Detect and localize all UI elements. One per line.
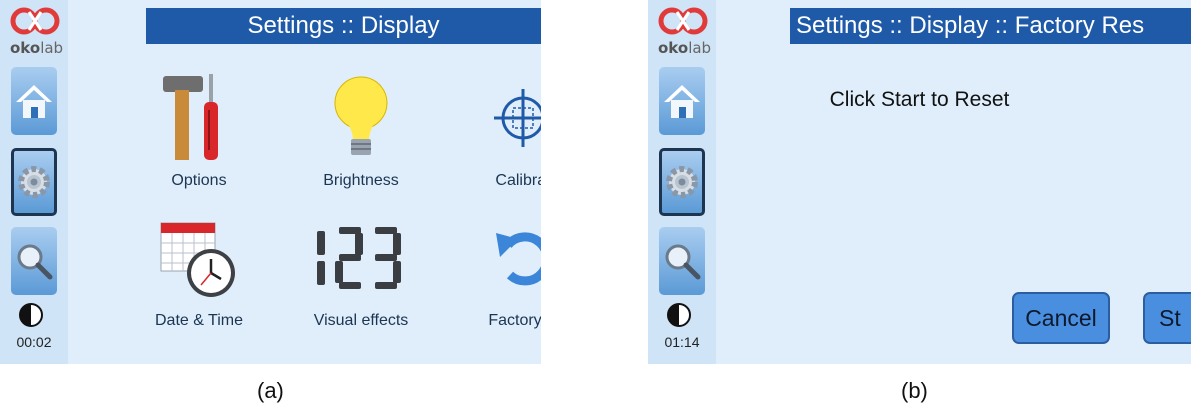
visual-effects-item[interactable]: Visual effects	[286, 210, 436, 330]
brightness-label: Brightness	[323, 172, 399, 189]
gear-icon	[18, 166, 50, 198]
sidebar: okolab 00:02	[0, 0, 68, 364]
options-item[interactable]: Options	[124, 70, 274, 190]
screen-factory-reset: okolab 01:14 Settings:: Display:: Fact…	[648, 0, 1191, 364]
lightbulb-icon	[334, 76, 388, 155]
brightness-item[interactable]: Brightness	[286, 70, 436, 190]
date-time-item[interactable]: Date & Time	[124, 210, 274, 330]
logo-text: okolab	[658, 39, 712, 57]
tools-icon	[163, 74, 218, 160]
search-icon	[17, 244, 53, 280]
search-button[interactable]	[659, 227, 705, 295]
contrast-icon[interactable]	[18, 302, 44, 328]
home-button[interactable]	[11, 67, 57, 135]
calibration-item[interactable]: Calibrat	[448, 70, 541, 190]
crosshair-icon	[494, 89, 541, 147]
undo-icon	[496, 232, 541, 286]
page-title: Settings :: Display :: Factory Res	[790, 8, 1191, 44]
cancel-button[interactable]: Cancel	[1012, 292, 1110, 344]
home-icon	[16, 85, 52, 118]
search-button[interactable]	[11, 227, 57, 295]
settings-button[interactable]	[659, 148, 705, 216]
clock: 00:02	[16, 334, 52, 350]
clock: 01:14	[664, 334, 700, 350]
sidebar: okolab 01:14	[648, 0, 716, 364]
factory-reset-label: Factory R	[488, 312, 541, 329]
search-icon	[665, 244, 701, 280]
date-time-label: Date & Time	[154, 312, 244, 329]
visual-effects-label: Visual effects	[313, 312, 409, 329]
start-button[interactable]: St	[1143, 292, 1191, 344]
contrast-icon[interactable]	[666, 302, 692, 328]
caption-b: (b)	[901, 378, 928, 403]
okolab-logo: okolab	[10, 4, 64, 60]
factory-reset-item[interactable]: Factory R	[448, 210, 541, 330]
page-title: Settings :: Display	[146, 8, 541, 44]
settings-button[interactable]	[11, 148, 57, 216]
okolab-logo: okolab	[658, 4, 712, 60]
caption-a: (a)	[257, 378, 284, 403]
digits-icon	[317, 227, 401, 289]
calibration-label: Calibrat	[495, 172, 541, 189]
logo-text: okolab	[10, 39, 64, 57]
screen-settings-display: okolab 00:02 Settings:: Display Options…	[0, 0, 541, 364]
options-label: Options	[171, 172, 227, 189]
gear-icon	[666, 166, 698, 198]
reset-message: Click Start to Reset	[829, 88, 1010, 111]
calendar-clock-icon	[160, 222, 235, 297]
